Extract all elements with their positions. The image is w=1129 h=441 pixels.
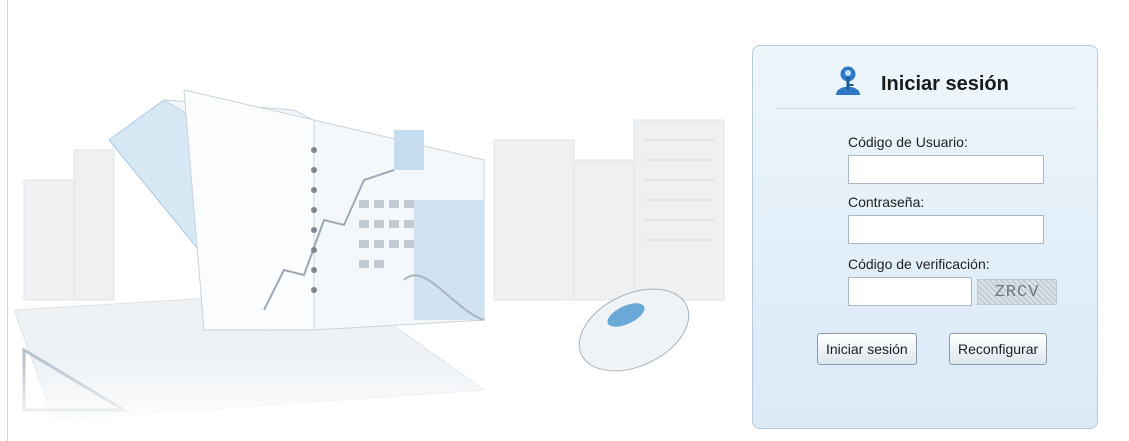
office-illustration — [14, 89, 774, 430]
reset-button[interactable]: Reconfigurar — [949, 333, 1048, 365]
panel-title: Iniciar sesión — [881, 73, 1009, 95]
username-label: Código de Usuario: — [848, 134, 968, 150]
login-button[interactable]: Iniciar sesión — [817, 333, 917, 365]
header-divider — [777, 108, 1075, 109]
verification-label: Código de verificación: — [848, 256, 990, 272]
login-header: Iniciar sesión — [753, 46, 1097, 108]
verification-field[interactable] — [848, 277, 972, 306]
captcha-image[interactable]: ZRCV — [977, 279, 1057, 305]
password-field[interactable] — [848, 215, 1044, 244]
left-border-line — [7, 0, 8, 441]
key-user-icon — [836, 66, 860, 95]
username-field[interactable] — [848, 155, 1044, 184]
login-panel: Iniciar sesión Código de Usuario: Contra… — [752, 45, 1098, 429]
password-label: Contraseña: — [848, 194, 925, 210]
